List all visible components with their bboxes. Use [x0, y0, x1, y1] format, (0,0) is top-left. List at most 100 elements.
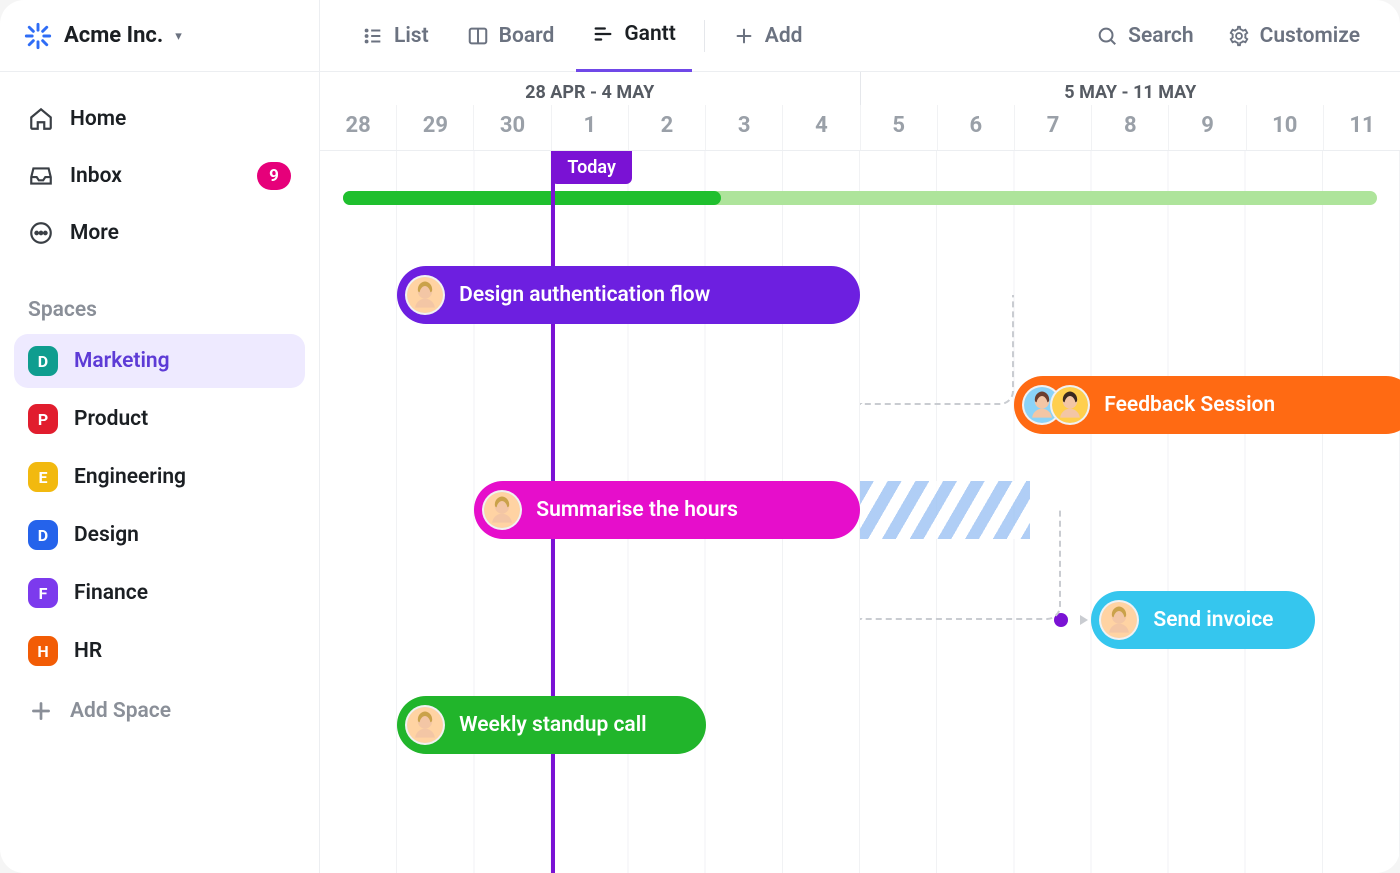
space-badge: H: [28, 636, 58, 666]
task-bar-t2[interactable]: Feedback Session: [1014, 376, 1400, 434]
search-button[interactable]: Search: [1082, 14, 1207, 58]
space-list: D Marketing P Product E Engineering D Design F Fi…: [0, 334, 319, 678]
day-cell: 11: [1324, 105, 1400, 150]
tab-gantt[interactable]: Gantt: [576, 0, 691, 72]
tab-list[interactable]: List: [346, 0, 445, 72]
timeline-header: 28 APR - 4 MAY 5 MAY - 11 MAY 2829301234…: [320, 72, 1400, 151]
tab-gantt-label: Gantt: [624, 22, 675, 46]
primary-nav: Home Inbox 9 More: [0, 72, 319, 268]
task-bar-t5[interactable]: Weekly standup call: [397, 696, 706, 754]
space-badge: D: [28, 346, 58, 376]
tab-board[interactable]: Board: [451, 0, 571, 72]
add-space-button[interactable]: Add Space: [14, 684, 305, 738]
space-item-engineering[interactable]: E Engineering: [14, 450, 305, 504]
gantt-chart[interactable]: Today Design authentication flow Feedback …: [320, 151, 1400, 873]
task-label: Summarise the hours: [536, 498, 738, 522]
space-badge: D: [28, 520, 58, 550]
app-root: Acme Inc. ▾ Home Inbox 9 More: [0, 0, 1400, 873]
toolbar-separator: [704, 20, 705, 52]
space-item-product[interactable]: P Product: [14, 392, 305, 446]
day-cell: 3: [706, 105, 783, 150]
view-toolbar: List Board Gantt Add: [320, 0, 1400, 72]
space-label: Engineering: [74, 465, 186, 489]
add-view-label: Add: [765, 24, 803, 48]
add-space-label: Add Space: [70, 699, 171, 723]
gantt-icon: [592, 23, 614, 45]
day-cell: 8: [1092, 105, 1169, 150]
sidebar: Acme Inc. ▾ Home Inbox 9 More: [0, 0, 320, 873]
avatar: [482, 490, 522, 530]
home-icon: [28, 106, 54, 132]
more-icon: [28, 220, 54, 246]
add-view-button[interactable]: Add: [717, 0, 819, 72]
nav-inbox-label: Inbox: [70, 164, 122, 188]
inbox-badge: 9: [257, 162, 291, 190]
task-bar-t1[interactable]: Design authentication flow: [397, 266, 860, 324]
nav-more-label: More: [70, 221, 119, 245]
avatar: [405, 705, 445, 745]
day-cell: 6: [938, 105, 1015, 150]
space-item-hr[interactable]: H HR: [14, 624, 305, 678]
workspace-logo-icon: [24, 22, 52, 50]
day-cell: 29: [397, 105, 474, 150]
dependency-arrow-icon: [1080, 615, 1088, 625]
day-cell: 9: [1169, 105, 1246, 150]
task-label: Feedback Session: [1104, 393, 1275, 417]
gear-icon: [1228, 25, 1250, 47]
dependency-connector: [860, 295, 1014, 405]
space-label: HR: [74, 639, 102, 663]
day-cell: 5: [861, 105, 938, 150]
today-pill: Today: [551, 151, 632, 184]
board-icon: [467, 25, 489, 47]
day-cell: 1: [552, 105, 629, 150]
nav-home-label: Home: [70, 107, 126, 131]
space-badge: P: [28, 404, 58, 434]
week-range-1: 28 APR - 4 MAY: [320, 72, 860, 105]
day-cell: 28: [320, 105, 397, 150]
inbox-icon: [28, 163, 54, 189]
tab-board-label: Board: [499, 24, 555, 48]
tab-list-label: List: [394, 24, 429, 48]
list-icon: [362, 25, 384, 47]
day-cell: 2: [629, 105, 706, 150]
task-label: Weekly standup call: [459, 713, 646, 737]
task-buffer: [860, 481, 1030, 539]
space-label: Design: [74, 523, 139, 547]
search-icon: [1096, 25, 1118, 47]
avatar: [1050, 385, 1090, 425]
workspace-name: Acme Inc.: [64, 23, 163, 48]
space-item-design[interactable]: D Design: [14, 508, 305, 562]
nav-inbox[interactable]: Inbox 9: [14, 150, 305, 202]
space-badge: E: [28, 462, 58, 492]
task-label: Send invoice: [1153, 608, 1273, 632]
day-cell: 7: [1015, 105, 1092, 150]
space-badge: F: [28, 578, 58, 608]
space-label: Product: [74, 407, 148, 431]
day-cell: 30: [474, 105, 551, 150]
search-label: Search: [1128, 24, 1193, 48]
space-label: Finance: [74, 581, 148, 605]
day-cell: 10: [1247, 105, 1324, 150]
nav-home[interactable]: Home: [14, 94, 305, 144]
task-bar-t4[interactable]: Send invoice: [1091, 591, 1315, 649]
nav-more[interactable]: More: [14, 208, 305, 258]
avatar: [405, 275, 445, 315]
chevron-down-icon: ▾: [175, 29, 182, 44]
customize-label: Customize: [1260, 24, 1360, 48]
customize-button[interactable]: Customize: [1214, 14, 1374, 58]
main: List Board Gantt Add: [320, 0, 1400, 873]
day-cell: 4: [783, 105, 860, 150]
spaces-section-title: Spaces: [0, 268, 319, 334]
task-label: Design authentication flow: [459, 283, 710, 307]
space-item-marketing[interactable]: D Marketing: [14, 334, 305, 388]
task-bar-t3[interactable]: Summarise the hours: [474, 481, 860, 539]
plus-icon: [733, 25, 755, 47]
plus-icon: [28, 698, 54, 724]
space-item-finance[interactable]: F Finance: [14, 566, 305, 620]
progress-fill: [343, 191, 721, 205]
day-axis: 2829301234567891011: [320, 105, 1400, 150]
avatar: [1099, 600, 1139, 640]
week-range-2: 5 MAY - 11 MAY: [861, 72, 1400, 105]
workspace-switcher[interactable]: Acme Inc. ▾: [0, 0, 319, 72]
space-label: Marketing: [74, 349, 170, 373]
